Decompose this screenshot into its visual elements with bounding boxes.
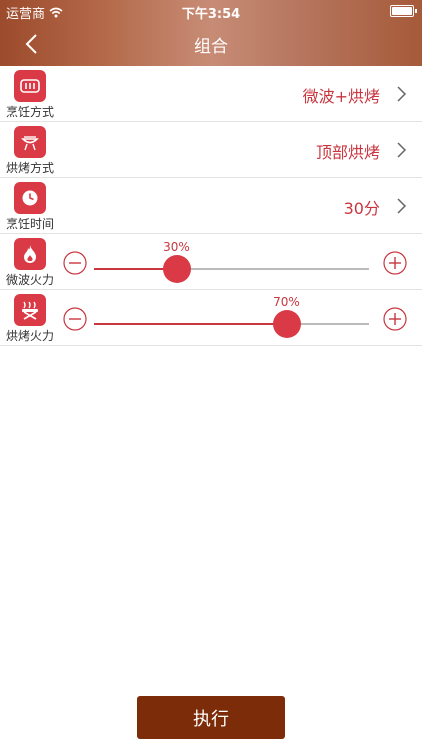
status-time: 下午3:54 — [181, 7, 241, 22]
cooking-mode-row[interactable]: 烹饪方式 微波+烘烤 — [0, 66, 422, 122]
cooking-time-value: 30分 — [343, 199, 380, 218]
flame-icon — [14, 238, 46, 270]
cooking-mode-value: 微波+烘烤 — [302, 87, 380, 106]
microwave-power-label: 微波火力 — [6, 273, 55, 287]
slider-fill — [94, 323, 287, 325]
slider-thumb[interactable] — [162, 255, 191, 283]
barbecue-icon — [14, 294, 46, 326]
slider-percent: 30% — [163, 240, 190, 254]
slider-thumb[interactable] — [272, 310, 301, 338]
execute-button[interactable]: 执行 — [137, 696, 285, 739]
grill-power-row: 烘烤火力 — [0, 290, 422, 346]
slider-percent: 70% — [273, 295, 300, 309]
microwave-power-slider[interactable]: 30% — [94, 240, 369, 283]
microwave-power-row: 微波火力 — [0, 234, 422, 290]
chevron-right-icon — [397, 142, 407, 158]
header: 运营商 下午3:54 组合 — [0, 0, 422, 66]
grill-power-slider[interactable]: 70% — [94, 295, 369, 338]
chevron-right-icon — [397, 86, 407, 102]
decrease-grill-power-button[interactable] — [63, 307, 87, 331]
navbar: 组合 — [0, 22, 422, 66]
increase-microwave-power-button[interactable] — [383, 251, 407, 275]
grill-icon — [14, 126, 46, 158]
clock-icon — [14, 182, 46, 214]
microwave-icon — [14, 70, 46, 102]
grill-power-label: 烘烤火力 — [6, 329, 55, 343]
grill-mode-value: 顶部烘烤 — [315, 143, 380, 162]
chevron-right-icon — [397, 198, 407, 214]
increase-grill-power-button[interactable] — [383, 307, 407, 331]
decrease-microwave-power-button[interactable] — [63, 251, 87, 275]
grill-mode-label: 烘烤方式 — [6, 161, 55, 175]
cooking-mode-label: 烹饪方式 — [6, 105, 55, 119]
grill-mode-row[interactable]: 烘烤方式 顶部烘烤 — [0, 122, 422, 178]
cooking-time-label: 烹饪时间 — [6, 217, 55, 231]
status-bar: 运营商 下午3:54 — [0, 0, 422, 22]
battery-icon — [390, 5, 417, 17]
cooking-time-row[interactable]: 烹饪时间 30分 — [0, 178, 422, 234]
page-title: 组合 — [194, 37, 228, 57]
